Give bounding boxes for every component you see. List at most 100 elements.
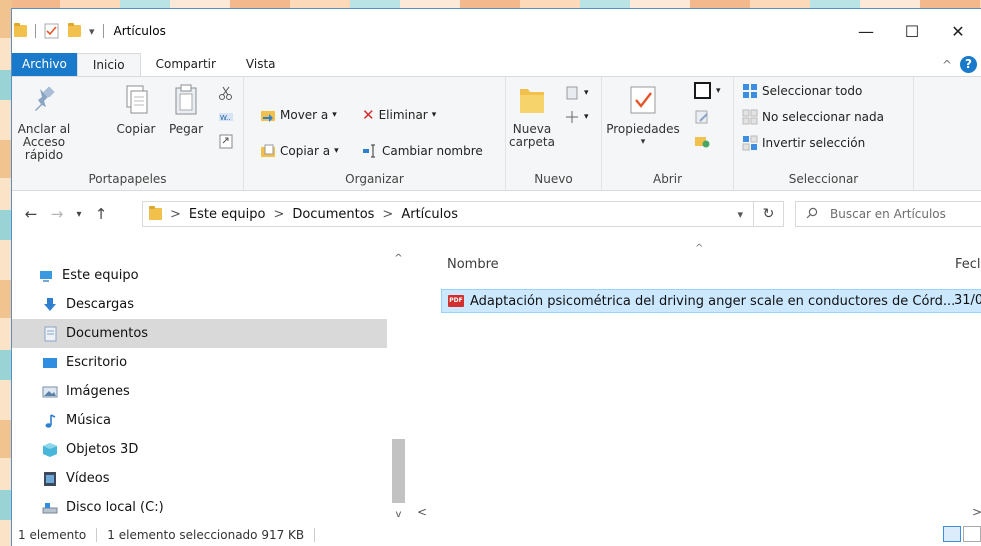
move-to-button[interactable]: Mover a ▾ [260, 105, 337, 125]
breadcrumb-documentos[interactable]: Documentos [292, 207, 374, 222]
select-all-button[interactable]: Seleccionar todo [742, 81, 862, 101]
copy-to-button[interactable]: Copiar a ▾ [260, 141, 339, 161]
address-bar[interactable]: > Este equipo > Documentos > Artículos ▾ [142, 201, 754, 227]
move-folder-icon [260, 107, 276, 123]
refresh-icon[interactable]: ↻ [754, 201, 784, 227]
group-label-abrir: Abrir [652, 172, 683, 186]
nav-scrollbar[interactable]: ^ v [390, 239, 407, 522]
breadcrumb-separator-icon[interactable]: > [382, 207, 393, 222]
properties-button[interactable]: Propiedades ▾ [606, 83, 680, 149]
nav-item-imagenes[interactable]: Imágenes [12, 377, 387, 406]
details-view-icon[interactable] [943, 526, 961, 542]
new-folder-button[interactable]: Nueva carpeta [509, 83, 555, 149]
view-switcher [943, 526, 981, 542]
column-header-date[interactable]: Fecl [955, 257, 981, 272]
tab-archivo[interactable]: Archivo [12, 53, 77, 76]
easy-access-button[interactable]: ▾ [564, 107, 589, 127]
nav-item-disco-local[interactable]: Disco local (C:) [12, 493, 387, 522]
back-arrow-icon[interactable]: ← [20, 205, 42, 223]
address-row: ← → ▾ ↑ > Este equipo > Documentos > Art… [12, 195, 981, 233]
recent-locations-icon[interactable]: ▾ [68, 209, 90, 220]
scroll-down-icon[interactable]: v [390, 509, 407, 520]
properties-check-icon[interactable] [44, 23, 60, 39]
tab-vista[interactable]: Vista [231, 53, 291, 76]
close-button[interactable]: ✕ [935, 9, 981, 53]
copy-icon [120, 83, 152, 117]
delete-label: Eliminar [378, 108, 428, 122]
scroll-left-icon[interactable]: < [417, 505, 427, 519]
copy-label: Copiar [116, 122, 156, 136]
paste-shortcut-icon [218, 133, 234, 149]
chevron-down-icon: ▾ [584, 88, 589, 98]
nav-item-label: Este equipo [62, 268, 139, 283]
divider [35, 24, 36, 38]
window-title: Artículos [113, 24, 166, 38]
scroll-thumb[interactable] [392, 439, 405, 503]
easy-access-icon [564, 109, 580, 125]
column-header-name[interactable]: Nombre [447, 257, 499, 272]
collapse-ribbon-icon[interactable]: ^ [942, 58, 952, 72]
address-dropdown-icon[interactable]: ▾ [737, 208, 743, 221]
pin-quick-access-button[interactable]: Anclar al Acceso rápido [16, 83, 72, 162]
edit-button[interactable] [694, 107, 710, 127]
search-input[interactable]: Buscar en Artículos [795, 201, 981, 227]
new-item-button[interactable]: ▾ [564, 83, 589, 103]
cut-button[interactable] [218, 83, 234, 103]
ribbon-tabs: Archivo Inicio Compartir Vista ^ ? [12, 53, 981, 76]
file-row[interactable]: PDF Adaptación psicométrica del driving … [441, 289, 981, 313]
paste-label: Pegar [168, 122, 204, 136]
pictures-icon [42, 384, 58, 400]
open-window-icon [694, 82, 712, 100]
tab-inicio[interactable]: Inicio [76, 53, 141, 76]
divider [102, 24, 104, 38]
nav-item-escritorio[interactable]: Escritorio [12, 348, 387, 377]
paste-shortcut-button[interactable] [218, 131, 234, 151]
open-button[interactable]: ▾ [694, 81, 721, 101]
nav-item-musica[interactable]: Música [12, 406, 387, 435]
customize-qat-icon[interactable]: ▾ [89, 25, 95, 38]
select-all-icon [742, 83, 758, 99]
select-none-button[interactable]: No seleccionar nada [742, 107, 884, 127]
new-folder-icon[interactable] [68, 23, 81, 37]
videos-icon [42, 471, 58, 487]
nav-item-este-equipo[interactable]: Este equipo [12, 261, 387, 290]
delete-button[interactable]: ✕ Eliminar ▾ [362, 105, 436, 125]
minimize-button[interactable]: — [843, 9, 889, 53]
breadcrumb-este-equipo[interactable]: Este equipo [189, 207, 266, 222]
large-icons-view-icon[interactable] [963, 526, 981, 542]
copy-path-button[interactable]: W.. [218, 107, 234, 127]
status-item-count: 1 elemento [18, 527, 87, 542]
file-list-pane: ^ Nombre Fecl PDF Adaptación psicométric… [407, 239, 981, 522]
tab-compartir[interactable]: Compartir [141, 53, 231, 76]
invert-selection-icon [742, 135, 758, 151]
sort-ascending-icon: ^ [695, 243, 704, 254]
nav-item-label: Imágenes [66, 384, 130, 399]
paste-button[interactable]: Pegar [166, 83, 206, 136]
explorer-window: ▾ Artículos — ☐ ✕ Archivo Inicio Compart… [11, 8, 981, 546]
group-nuevo: Nueva carpeta ▾ ▾ Nuevo [506, 77, 602, 190]
file-name: Adaptación psicométrica del driving ange… [470, 293, 956, 309]
scroll-right-icon[interactable]: > [972, 505, 981, 519]
copy-button[interactable]: Copiar [116, 83, 156, 136]
file-date: 31/0 [954, 293, 981, 308]
pin-icon [28, 83, 60, 117]
horizontal-scrollbar[interactable]: < > [407, 503, 981, 521]
group-abrir: Propiedades ▾ ▾ Abrir [602, 77, 734, 190]
history-button[interactable] [694, 131, 710, 151]
nav-item-documentos[interactable]: Documentos [12, 319, 387, 348]
history-icon [694, 133, 710, 149]
invert-selection-button[interactable]: Invertir selección [742, 133, 865, 153]
rename-button[interactable]: Cambiar nombre [362, 141, 483, 161]
nav-item-descargas[interactable]: Descargas [12, 290, 387, 319]
up-arrow-icon[interactable]: ↑ [90, 205, 112, 223]
breadcrumb-articulos[interactable]: Artículos [401, 207, 458, 222]
forward-arrow-icon[interactable]: → [46, 205, 68, 223]
breadcrumb-separator-icon[interactable]: > [273, 207, 284, 222]
quick-access-toolbar: ▾ Artículos [12, 9, 166, 53]
nav-item-videos[interactable]: Vídeos [12, 464, 387, 493]
nav-item-label: Objetos 3D [66, 442, 139, 457]
maximize-button[interactable]: ☐ [889, 9, 935, 53]
scroll-up-icon[interactable]: ^ [390, 253, 407, 264]
nav-item-objetos-3d[interactable]: Objetos 3D [12, 435, 387, 464]
help-icon[interactable]: ? [960, 56, 977, 73]
